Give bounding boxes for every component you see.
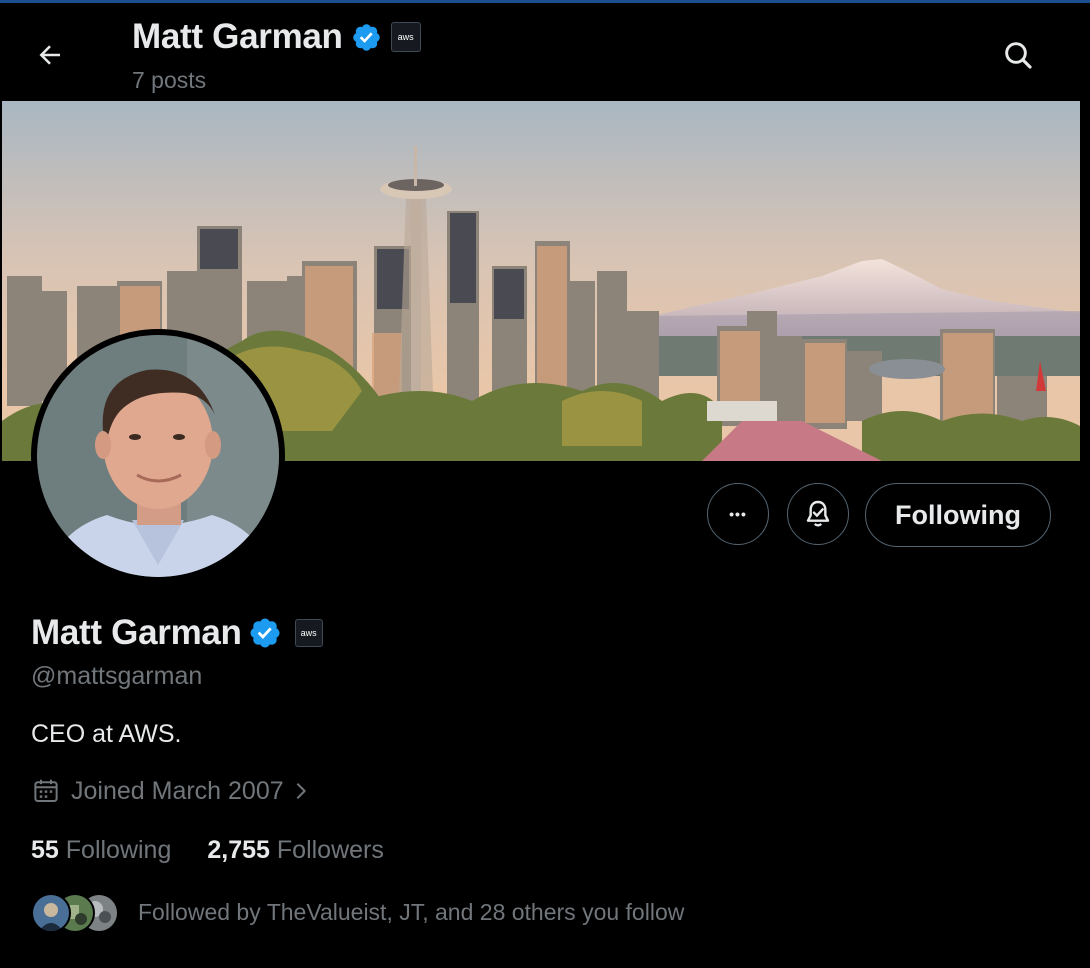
- followers-stat-link[interactable]: 2,755 Followers: [207, 836, 384, 865]
- search-icon: [1005, 42, 1032, 69]
- aws-badge-text: aws: [300, 628, 317, 638]
- bell-icon: [806, 500, 830, 527]
- more-button[interactable]: •••: [707, 483, 769, 545]
- verified-badge-icon[interactable]: [248, 616, 282, 650]
- joined-date-row[interactable]: Joined March 2007: [31, 776, 312, 806]
- profile-avatar[interactable]: [31, 329, 285, 583]
- aws-affiliation-badge[interactable]: aws: [390, 22, 421, 52]
- follow-stats: 55 Following 2,755 Followers: [31, 836, 420, 865]
- following-stat-link[interactable]: 55 Following: [31, 836, 171, 865]
- search-button[interactable]: [996, 33, 1040, 77]
- profile-handle: @mattsgarman: [31, 662, 203, 690]
- arrow-left-icon: [39, 45, 60, 65]
- notifications-button[interactable]: [787, 483, 849, 545]
- profile-header: Matt Garman aws 7 posts: [0, 3, 1090, 101]
- following-count: 55: [31, 836, 59, 864]
- following-label: Following: [65, 836, 172, 864]
- followers-label: Followers: [276, 836, 384, 864]
- aws-affiliation-badge[interactable]: aws: [294, 619, 323, 647]
- following-button[interactable]: Following: [865, 483, 1051, 547]
- header-name: Matt Garman: [132, 17, 343, 56]
- chevron-right-icon: [296, 782, 306, 800]
- post-count: 7 posts: [132, 67, 207, 93]
- profile-bio: CEO at AWS.: [31, 720, 182, 748]
- joined-date: Joined March 2007: [71, 776, 284, 805]
- calendar-icon: [34, 779, 58, 802]
- profile-name-row: Matt Garman aws: [31, 613, 323, 653]
- mutual-follower-avatar: [31, 893, 71, 933]
- back-button[interactable]: [28, 33, 72, 77]
- mutual-followers-avatars: [31, 892, 119, 933]
- verified-badge-icon[interactable]: [351, 22, 382, 53]
- profile-name: Matt Garman: [31, 613, 242, 652]
- followers-count: 2,755: [207, 836, 270, 864]
- followed-by-text: Followed by TheValueist, JT, and 28 othe…: [138, 898, 685, 925]
- aws-badge-text: aws: [397, 32, 414, 42]
- followed-by-row[interactable]: Followed by TheValueist, JT, and 28 othe…: [31, 892, 685, 933]
- more-icon: •••: [729, 506, 747, 522]
- header-title: Matt Garman aws: [132, 17, 421, 57]
